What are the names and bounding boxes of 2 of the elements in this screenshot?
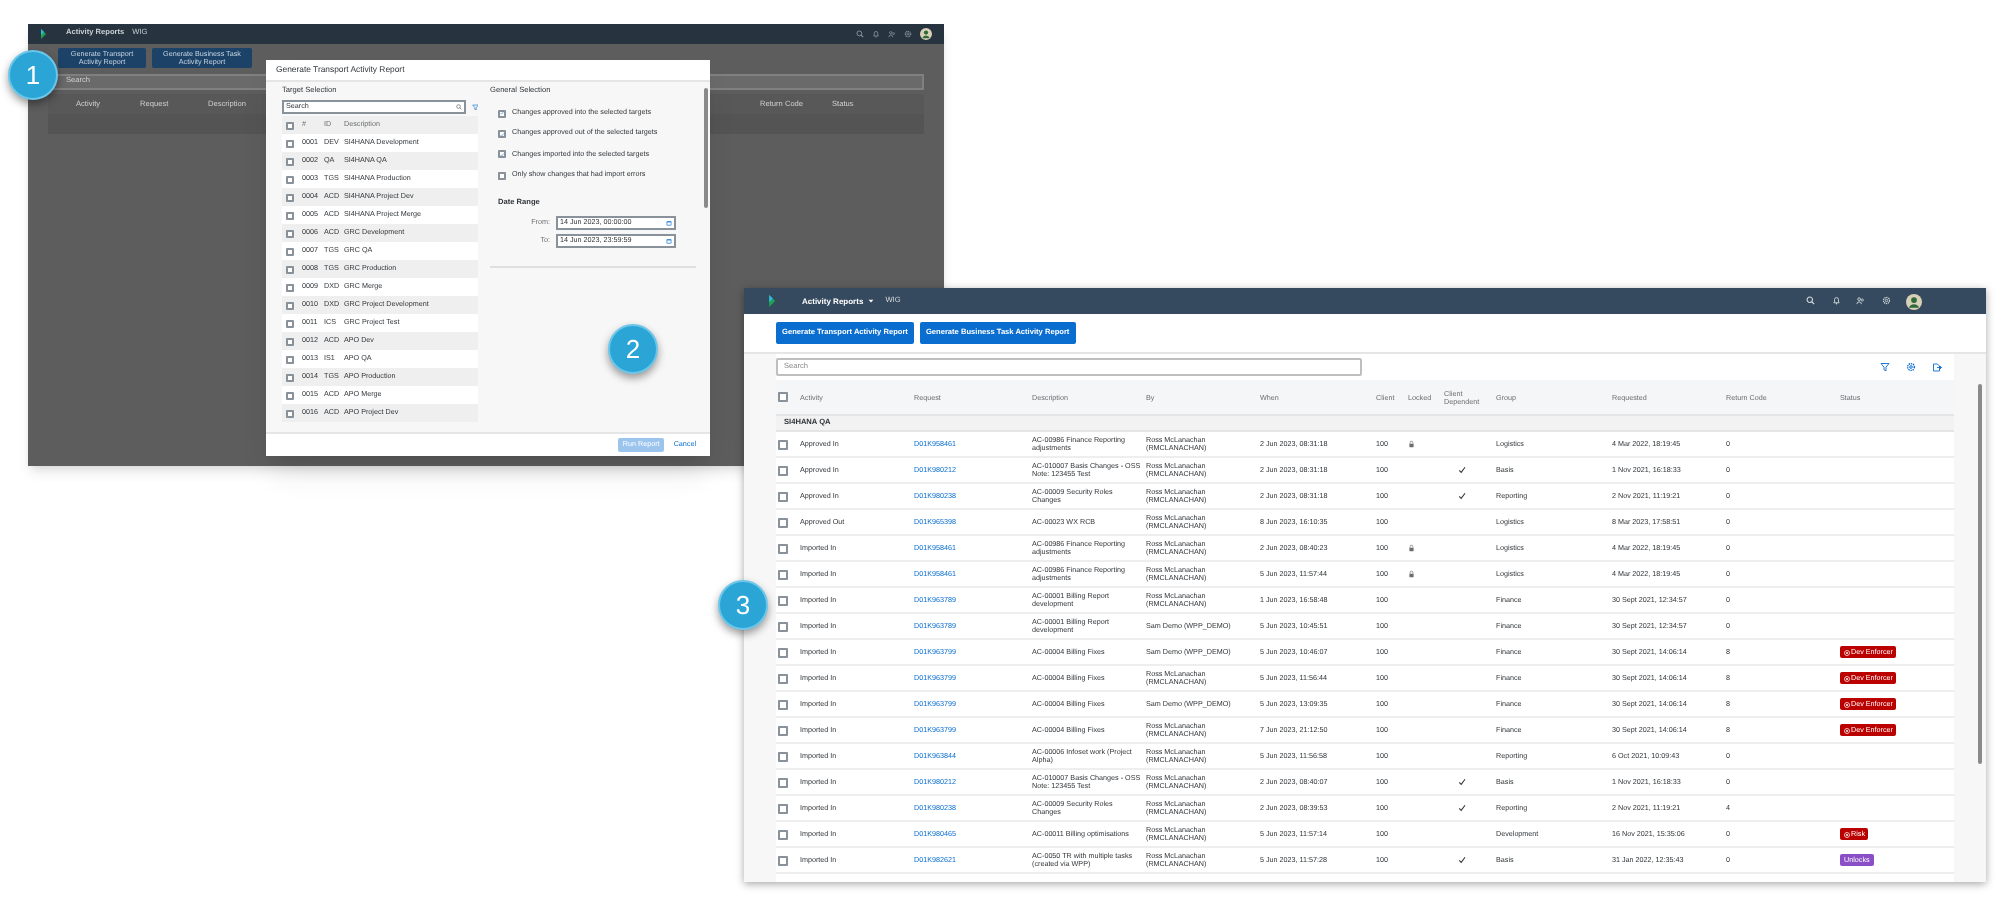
step-number: 3 (718, 580, 768, 630)
step-number: 1 (8, 50, 58, 100)
